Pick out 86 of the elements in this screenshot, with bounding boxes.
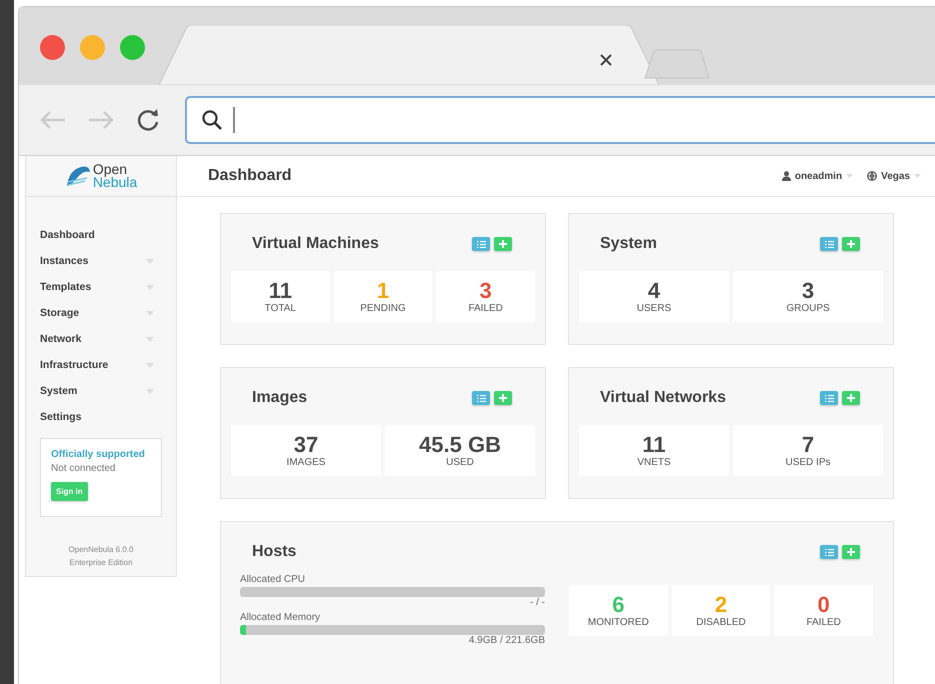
add-button[interactable] [494,391,512,405]
close-icon[interactable] [599,53,613,67]
version-text: OpenNebula 6.0.0 [68,544,134,556]
stat-label: TOTAL [264,303,296,314]
logo-text: Nebula [92,176,138,189]
stat-value: 7 [802,433,814,457]
plus-icon [847,548,855,556]
list-button[interactable] [472,391,490,405]
address-field[interactable] [185,96,935,144]
globe-icon [867,171,878,181]
card-title: Virtual Machines [252,235,379,253]
sidebar-item[interactable]: Instances [40,248,176,274]
maximize-window-button[interactable] [120,35,145,60]
list-button[interactable] [472,237,490,251]
list-icon [824,394,834,402]
stat-label: MONITORED [588,617,649,628]
stat-label: USED [446,457,474,468]
stat-value: 6 [612,593,624,617]
stat-value: 2 [714,593,728,617]
sidebar-item[interactable]: Templates [40,274,176,300]
search-icon [201,109,223,131]
plus-icon [499,394,507,402]
minimize-window-button[interactable] [80,35,105,60]
add-button[interactable] [842,237,860,251]
card-title: Hosts [252,543,296,561]
user-icon [782,171,791,181]
sidebar-item[interactable]: Infrastructure [40,352,176,378]
stat-label: IMAGES [286,457,326,468]
list-button[interactable] [820,237,838,251]
forward-arrow-icon[interactable] [87,109,115,131]
stat-label: PENDING [360,303,406,314]
stat-value: 3 [480,279,492,303]
list-button[interactable] [820,545,838,559]
list-button[interactable] [820,391,838,405]
support-title: Officially supported [51,449,145,460]
meter-label: Allocated CPU [240,574,306,585]
stat-value: 11 [642,433,666,457]
stat-label: VNETS [637,457,671,468]
back-arrow-icon[interactable] [39,109,67,131]
logo-text: Open [92,163,128,176]
sidebar-item[interactable]: Settings [40,404,176,430]
close-window-button[interactable] [40,35,65,60]
stat-value: 0 [818,593,830,617]
meter-reading: - / - [530,597,545,608]
add-button[interactable] [842,391,860,405]
add-button[interactable] [494,237,512,251]
stat-label: DISABLED [696,617,746,628]
stat-value: 11 [268,279,292,303]
card-title: Images [252,389,308,407]
stat-label: GROUPS [786,303,830,314]
stat-value: 4 [648,279,660,303]
card-title: Virtual Networks [600,389,726,407]
list-icon [824,548,834,556]
stat-label: FAILED [468,303,503,314]
plus-icon [499,240,507,248]
stat-label: USED IPs [785,457,830,468]
stat-value: 45.5 GB [419,433,501,457]
sidebar-item[interactable]: Network [40,326,176,352]
support-status: Not connected [51,463,116,474]
page-title: Dashboard [208,167,292,185]
add-button[interactable] [842,545,860,559]
text-cursor [233,107,235,133]
sidebar-item[interactable]: Storage [40,300,176,326]
card-title: System [600,235,657,253]
caret-icon [846,174,854,178]
sidebar-item[interactable]: Dashboard [40,222,176,248]
sidebar-item[interactable]: System [40,378,176,404]
caret-icon [914,174,921,178]
stat-label: FAILED [806,617,841,628]
stat-value: 37 [294,433,318,457]
meter-label: Allocated Memory [240,612,322,623]
stat-value: 1 [376,279,390,303]
list-icon [476,394,486,402]
stat-value: 3 [802,279,814,303]
list-icon [476,240,486,248]
meter-reading: 4.9GB / 221.6GB [468,635,545,646]
zone-menu[interactable]: Vegas [881,170,910,182]
cloud-logo-icon [64,164,91,188]
user-menu[interactable]: oneadmin [794,170,842,182]
edition-text: Enterprise Edition [69,557,133,569]
plus-icon [847,394,855,402]
list-icon [824,240,834,248]
new-tab-button[interactable] [644,49,710,79]
plus-icon [847,240,855,248]
reload-icon[interactable] [135,107,161,133]
stat-label: USERS [636,303,672,314]
